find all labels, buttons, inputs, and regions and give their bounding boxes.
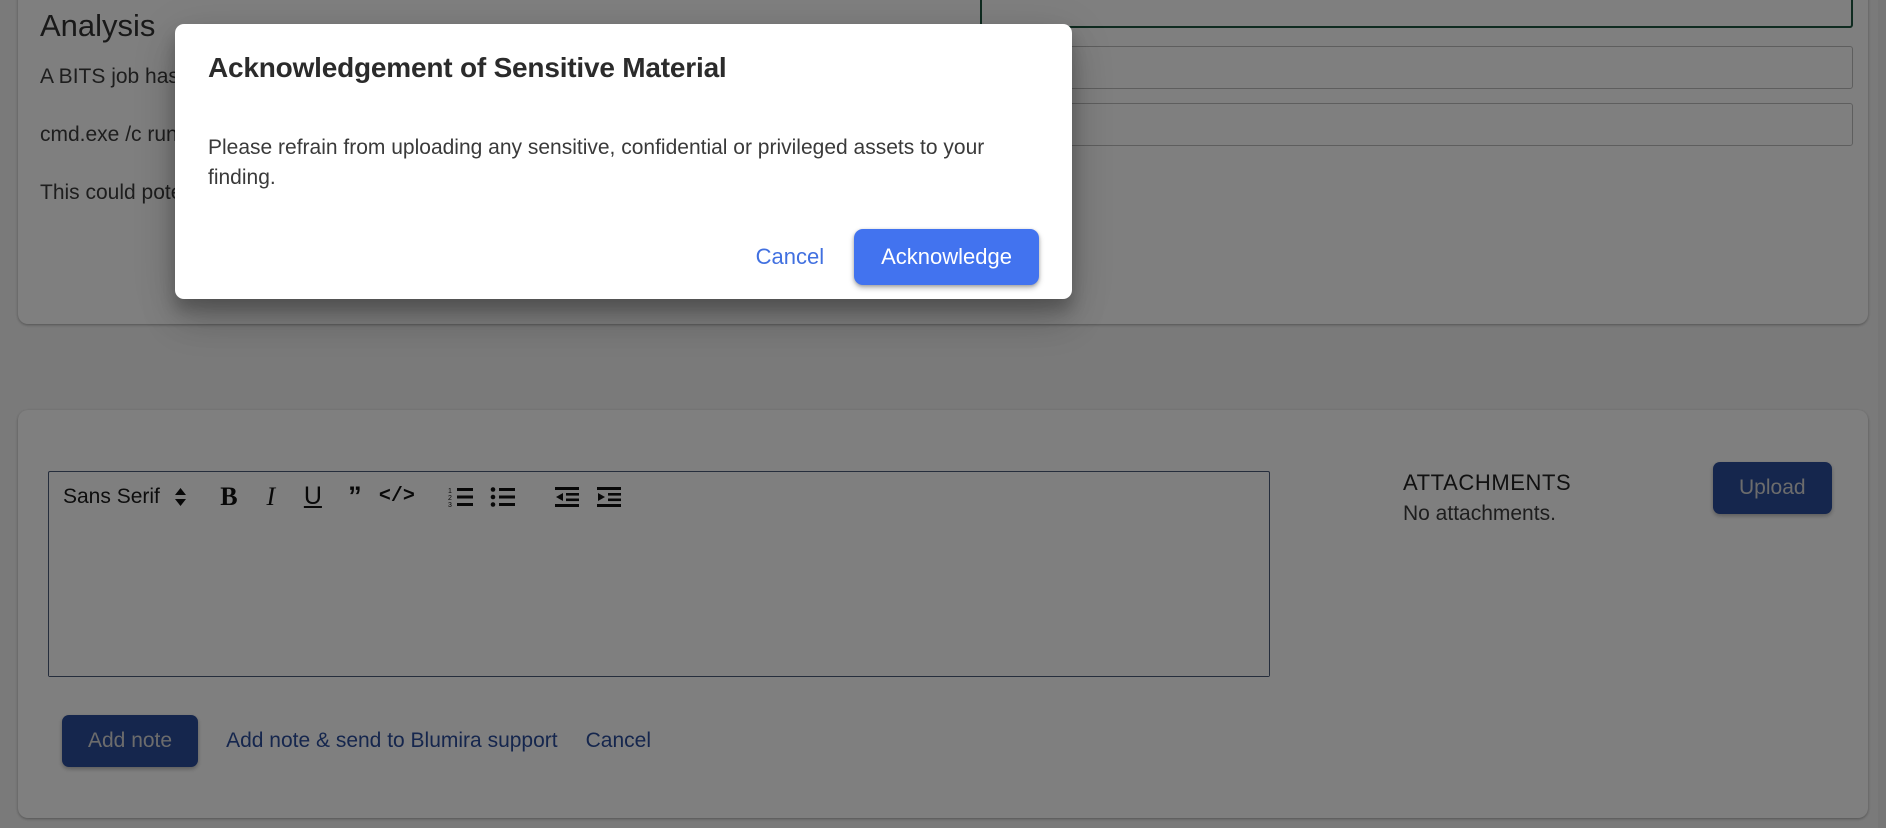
modal-action-bar: Cancel Acknowledge: [738, 229, 1039, 285]
modal-title: Acknowledgement of Sensitive Material: [208, 52, 727, 83]
acknowledge-button[interactable]: Acknowledge: [854, 229, 1039, 285]
cancel-button[interactable]: Cancel: [738, 232, 842, 282]
app-root: Analysis A BITS job has been created on …: [0, 0, 1886, 828]
acknowledgement-modal: Acknowledgement of Sensitive Material Pl…: [175, 24, 1072, 299]
modal-body-text: Please refrain from uploading any sensit…: [208, 136, 985, 189]
